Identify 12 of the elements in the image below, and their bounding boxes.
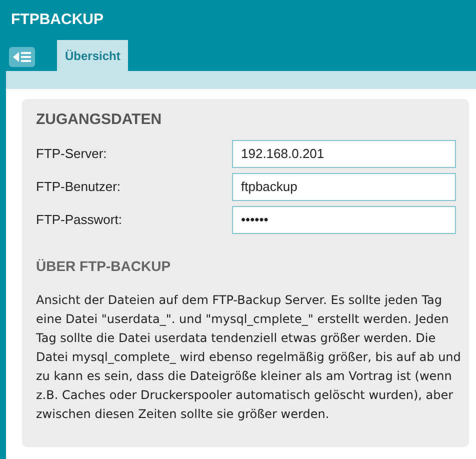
input-field[interactable]: ftpbackup bbox=[232, 172, 456, 200]
field-label: FTP-Passwort: bbox=[36, 210, 123, 229]
sidebar-toggle-button[interactable] bbox=[9, 47, 35, 67]
field-label: FTP-Server: bbox=[36, 144, 108, 163]
collapse-menu-icon bbox=[13, 51, 31, 63]
section-heading: ZUGANGSDATEN bbox=[36, 110, 163, 130]
section-heading: ÜBER FTP-BACKUP bbox=[36, 256, 172, 276]
description-text: Ansicht der Dateien auf dem FTP-Backup Server. Es sollte jeden Tag eine Datei "userdata_". und "mysql_cmplete_" erstellt werden. Jeden Tag sollte die Datei userdata tendenziell etwas größer werden. Die Datei mysql_complete_ wird ebenso regelmäßig größer, bis auf ab und zu kann es sein, dass die Dateigröße kleiner als am Vortrag ist (wenn z.B. Caches oder Druckerspooler automatisch gelöscht wurden), aber zwischen diesen Zeiten sollte sie größer werden. bbox=[36, 292, 462, 422]
input-field[interactable]: •••••• bbox=[232, 206, 456, 234]
field-label: FTP-Benutzer: bbox=[36, 178, 122, 196]
app-title: FTPBACKUP bbox=[11, 10, 104, 30]
input-field[interactable]: 192.168.0.201 bbox=[232, 140, 456, 168]
